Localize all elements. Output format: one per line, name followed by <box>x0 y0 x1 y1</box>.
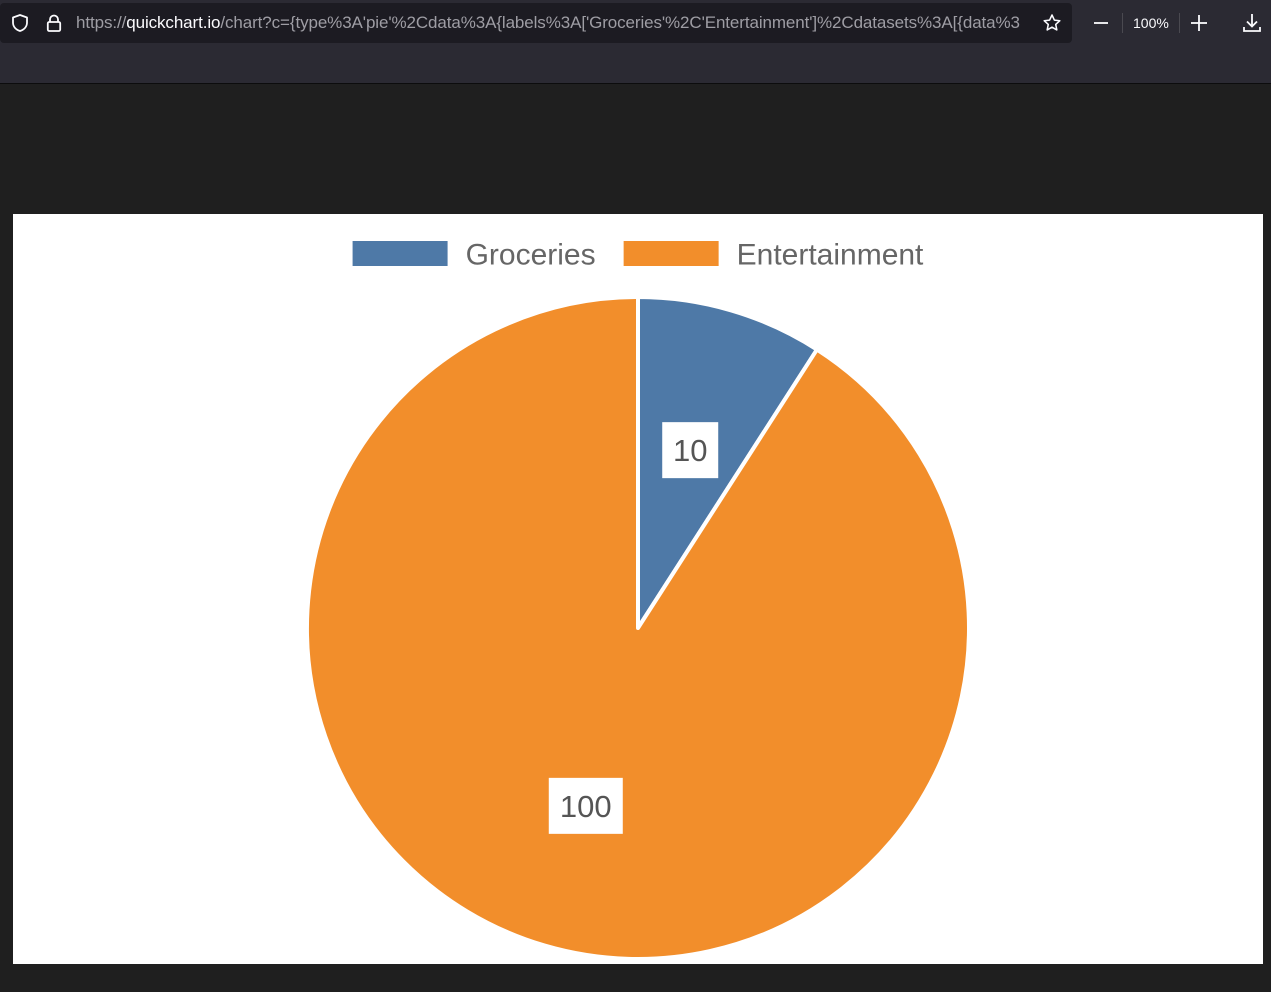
browser-toolbar: https://quickchart.io/chart?c={type%3A'p… <box>0 0 1271 48</box>
legend-item-entertainment[interactable]: Entertainment <box>623 239 924 272</box>
minus-icon <box>1094 22 1108 24</box>
legend-label: Groceries <box>466 239 596 272</box>
zoom-out-button[interactable] <box>1086 8 1116 38</box>
tracking-protection-shield-icon[interactable] <box>10 13 30 33</box>
url-bar[interactable]: https://quickchart.io/chart?c={type%3A'p… <box>0 3 1072 43</box>
chart-image: Groceries Entertainment 10 100 <box>13 214 1263 964</box>
zoom-divider <box>1178 13 1180 33</box>
plus-icon <box>1190 15 1207 31</box>
data-label-text: 100 <box>560 789 612 824</box>
zoom-level[interactable]: 100% <box>1123 15 1179 31</box>
data-label-entertainment: 100 <box>548 777 623 834</box>
url-host: quickchart.io <box>126 13 221 32</box>
pie-slice-entertainment <box>305 295 971 961</box>
download-icon <box>1243 14 1261 32</box>
legend-label: Entertainment <box>737 239 924 272</box>
download-button[interactable] <box>1238 9 1266 37</box>
legend-swatch <box>352 241 448 266</box>
data-label-groceries: 10 <box>662 422 719 479</box>
toolbar-strip <box>0 48 1271 84</box>
url-scheme: https:// <box>76 13 127 32</box>
zoom-controls: 100% <box>1086 8 1214 38</box>
url-text[interactable]: https://quickchart.io/chart?c={type%3A'p… <box>76 13 1036 33</box>
zoom-in-button[interactable] <box>1184 8 1214 38</box>
pie-chart: Groceries Entertainment 10 100 <box>305 239 971 961</box>
legend-swatch <box>623 241 719 266</box>
lock-icon[interactable] <box>44 13 64 33</box>
url-path: /chart?c={type%3A'pie'%2Cdata%3A{labels%… <box>220 13 1020 32</box>
data-label-text: 10 <box>673 433 707 468</box>
legend-item-groceries[interactable]: Groceries <box>352 239 596 272</box>
bookmark-star-icon[interactable] <box>1042 13 1062 33</box>
